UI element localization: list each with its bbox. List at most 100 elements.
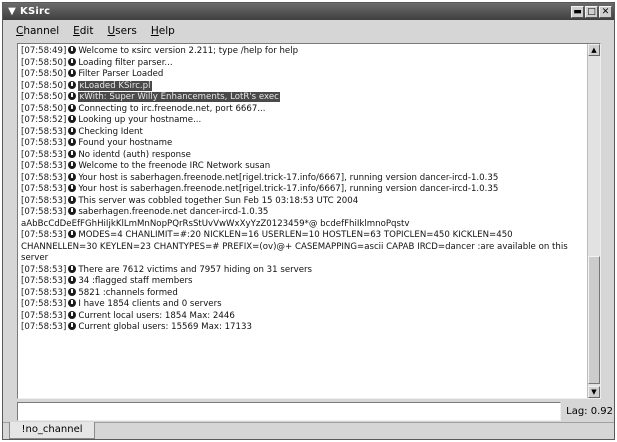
log-line: [07:58:53] saberhagen.freenode.net dancer… (21, 207, 585, 219)
log-message: Filter Parser Loaded (78, 69, 164, 79)
log-message: ᴋLoaded KSirc.pl (78, 80, 152, 91)
vertical-scrollbar[interactable]: ▲ ▼ (587, 44, 600, 398)
log-line: [07:58:53] I have 1854 clients and 0 serv… (21, 299, 585, 311)
info-dot-icon (68, 195, 77, 204)
log-timestamp: [07:58:53] (21, 299, 67, 309)
info-dot-icon (68, 92, 77, 100)
log-message: Current local users: 1854 Max: 2446 (78, 310, 235, 321)
log-line: [07:58:53] This server was cobbled togeth… (21, 195, 585, 208)
log-line: aAbBcCdDeEfFGhHiIjkKlLmMnNopPQrRsStUvVwW… (21, 219, 585, 231)
log-line: [07:58:49] Welcome to ᴋsirc version 2.211… (21, 46, 585, 58)
scroll-down-button[interactable]: ▼ (588, 386, 600, 398)
info-dot-icon (68, 138, 77, 146)
log-message: Found your hostname (78, 138, 173, 148)
window-title: KSirc (20, 6, 51, 17)
info-dot-icon (68, 161, 77, 169)
log-line: [07:58:53] Found your hostname (21, 138, 585, 150)
log-message: Loading filter parser... (78, 57, 173, 68)
log-message: 5821 :channels formed (78, 287, 178, 298)
log-line: [07:58:53] 34 :flagged staff members (21, 276, 585, 288)
menu-users[interactable]: Users (104, 23, 139, 39)
log-line: [07:58:50] Connecting to irc.freenode.net… (21, 103, 585, 116)
message-log[interactable]: [07:58:49] Welcome to ᴋsirc version 2.211… (17, 43, 601, 399)
log-line: [07:58:50] Loading filter parser... (21, 57, 585, 70)
log-line: [07:58:53] Checking Ident (21, 126, 585, 139)
log-line: [07:58:53] MODES=4 CHANLIMIT=#:20 NICKLEN… (21, 230, 585, 265)
ksirc-logo-icon[interactable]: ▼ (6, 6, 18, 17)
log-timestamp: [07:58:53] (21, 126, 67, 137)
log-timestamp: [07:58:49] (21, 46, 67, 56)
menu-bar: Channel Edit Users Help (3, 20, 614, 42)
log-timestamp: [07:58:53] (21, 161, 67, 171)
maximize-button[interactable]: □ (585, 5, 598, 18)
log-message: saberhagen.freenode.net dancer-ircd-1.0.… (78, 207, 269, 217)
log-message: I have 1854 clients and 0 servers (78, 299, 222, 309)
log-line: [07:58:53] Welcome to the freenode IRC Ne… (21, 161, 585, 173)
minimize-button[interactable]: ▬ (571, 5, 584, 18)
info-dot-icon (68, 126, 77, 135)
log-message: This server was cobbled together Sun Feb… (78, 195, 359, 206)
log-timestamp: [07:58:53] (21, 138, 67, 148)
info-dot-icon (68, 322, 77, 330)
log-line: [07:58:53] Current local users: 1854 Max:… (21, 310, 585, 323)
info-dot-icon (68, 149, 77, 158)
log-timestamp: [07:58:53] (21, 264, 67, 275)
log-message: Looking up your hostname... (78, 115, 202, 125)
log-line: [07:58:53] No identd (auth) response (21, 149, 585, 162)
scroll-up-button[interactable]: ▲ (588, 44, 600, 56)
info-dot-icon (68, 276, 77, 284)
log-timestamp: [07:58:50] (21, 57, 67, 68)
log-timestamp: [07:58:53] (21, 230, 67, 240)
log-line: [07:58:50] ᴋLoaded KSirc.pl (21, 80, 585, 93)
log-timestamp: [07:58:53] (21, 207, 67, 217)
log-timestamp: [07:58:53] (21, 276, 67, 286)
log-message: 34 :flagged staff members (78, 276, 193, 286)
log-timestamp: [07:58:52] (21, 115, 67, 125)
log-message: Welcome to ᴋsirc version 2.211; type /he… (78, 46, 299, 56)
info-dot-icon (68, 230, 77, 238)
info-dot-icon (68, 299, 77, 307)
log-line: [07:58:53] There are 7612 victims and 795… (21, 264, 585, 277)
log-message: Welcome to the freenode IRC Network susa… (78, 161, 271, 171)
menu-channel[interactable]: Channel (13, 23, 62, 39)
log-timestamp: [07:58:50] (21, 80, 67, 91)
info-dot-icon (68, 103, 77, 112)
message-input[interactable] (17, 402, 561, 421)
log-timestamp: [07:58:50] (21, 69, 67, 79)
log-line: [07:58:53] 5821 :channels formed (21, 287, 585, 300)
log-line: [07:58:53] Your host is saberhagen.freeno… (21, 184, 585, 196)
tab-no-channel[interactable]: !no_channel (9, 422, 95, 439)
log-timestamp: [07:58:53] (21, 310, 67, 321)
info-dot-icon (68, 46, 77, 54)
log-timestamp: [07:58:53] (21, 184, 67, 194)
log-line: [07:58:50] ᴋWith: Super Willy Enhancement… (21, 92, 585, 104)
log-message: No identd (auth) response (78, 149, 191, 160)
info-dot-icon (68, 69, 77, 77)
info-dot-icon (68, 172, 77, 181)
log-timestamp: [07:58:53] (21, 172, 67, 183)
log-timestamp: [07:58:50] (21, 103, 67, 114)
title-bar[interactable]: ▼ KSirc ▬ □ ✕ (3, 3, 614, 20)
menu-help[interactable]: Help (148, 23, 178, 39)
log-message: ᴋWith: Super Willy Enhancements, LotR's … (78, 92, 280, 102)
info-dot-icon (68, 207, 77, 215)
log-message: Checking Ident (78, 126, 143, 137)
lag-indicator: Lag: 0.92 (566, 406, 613, 417)
log-message: Your host is saberhagen.freenode.net[rig… (78, 172, 499, 183)
scroll-thumb[interactable] (588, 256, 600, 384)
menu-edit[interactable]: Edit (70, 23, 96, 39)
info-dot-icon (68, 57, 77, 66)
log-message: Your host is saberhagen.freenode.net[rig… (78, 184, 499, 194)
close-button[interactable]: ✕ (599, 5, 612, 18)
message-list: [07:58:49] Welcome to ᴋsirc version 2.211… (21, 46, 585, 334)
log-timestamp: [07:58:53] (21, 149, 67, 160)
log-line: [07:58:53] Your host is saberhagen.freeno… (21, 172, 585, 185)
info-dot-icon (68, 264, 77, 273)
channel-tab-bar: !no_channel (3, 422, 614, 439)
log-timestamp: [07:58:53] (21, 195, 67, 206)
info-dot-icon (68, 115, 77, 123)
log-timestamp: [07:58:53] (21, 287, 67, 298)
info-dot-icon (68, 184, 77, 192)
log-message: There are 7612 victims and 7957 hiding o… (78, 264, 313, 275)
log-message: Connecting to irc.freenode.net, port 666… (78, 103, 266, 114)
